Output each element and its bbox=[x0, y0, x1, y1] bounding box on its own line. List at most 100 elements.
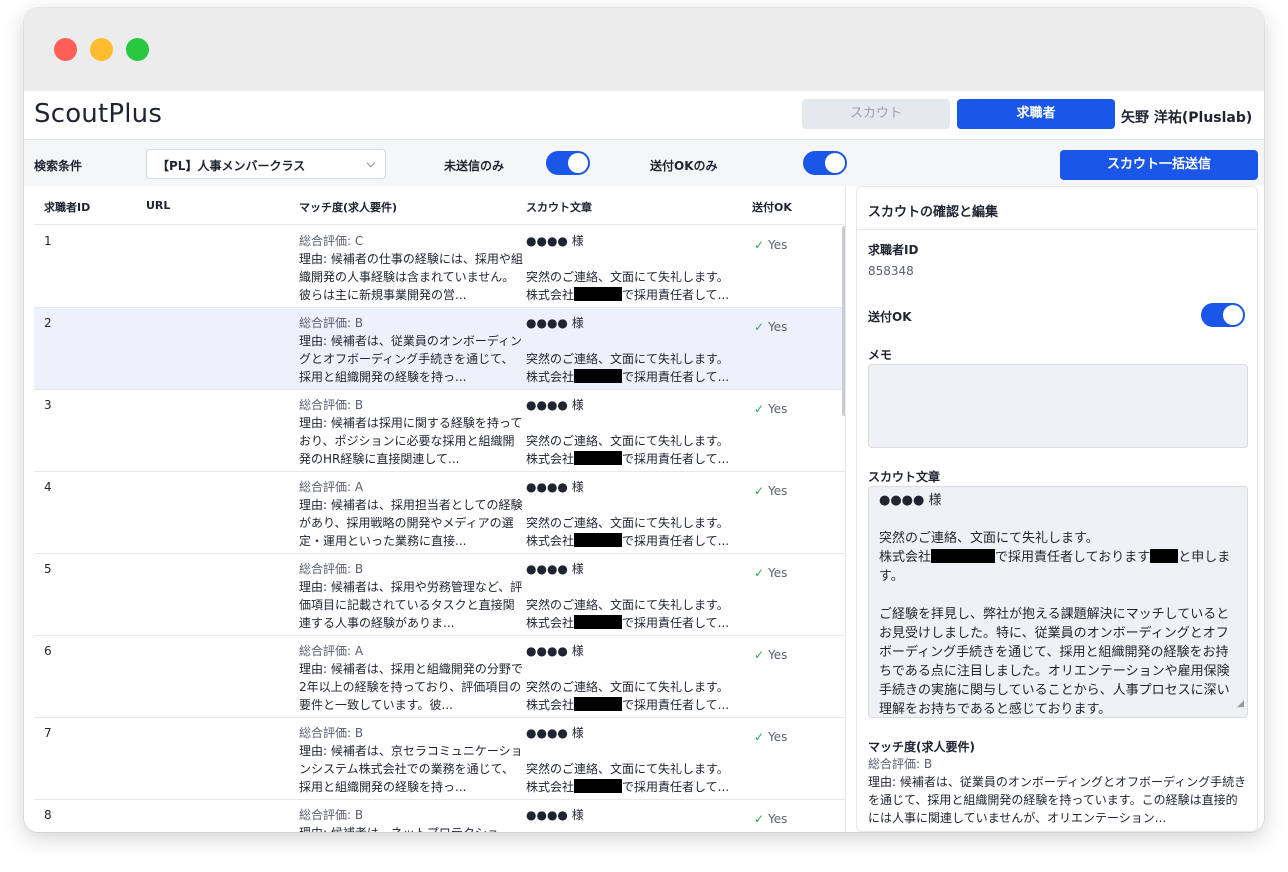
scout-line-3: 株式会社 で採用責任者して... bbox=[526, 614, 756, 632]
cell-seeker-id: 2 bbox=[44, 316, 52, 330]
scout-line-2: 突然のご連絡、文面にて失礼します。 bbox=[526, 598, 729, 612]
col-header-id[interactable]: 求職者ID bbox=[44, 199, 90, 215]
match-reason: 理由: 候補者は採用に関する経験を持っており、ポジションに必要な採用と組織開発の… bbox=[299, 416, 523, 466]
zoom-window-button[interactable] bbox=[126, 38, 149, 61]
scout-text-editor[interactable]: ●●●● 様 突然のご連絡、文面にて失礼します。 株式会社 で採用責任者しておりま… bbox=[868, 486, 1248, 718]
table-row[interactable]: 7 総合評価: B 理由: 候補者は、京セラコミュニケーションシステム株式会社での業… bbox=[34, 718, 845, 800]
check-icon: ✓ bbox=[754, 730, 765, 744]
table-row[interactable]: 4 総合評価: A 理由: 候補者は、採用担当者としての経験があり、採用戦略の開発や… bbox=[34, 472, 845, 554]
scout-greeting: ●●●● 様 bbox=[879, 493, 942, 508]
check-icon: ✓ bbox=[754, 812, 765, 826]
scout-greeting: ●●●● 様 bbox=[526, 808, 584, 822]
match-grade: 総合評価: B bbox=[299, 398, 364, 412]
scout-line-2: 突然のご連絡、文面にて失礼します。 bbox=[526, 352, 729, 366]
send-ok-value: Yes bbox=[768, 730, 788, 744]
check-icon: ✓ bbox=[754, 238, 765, 252]
col-header-match[interactable]: マッチ度(求人要件) bbox=[299, 199, 397, 215]
match-reason: 理由: 候補者は、採用担当者としての経験があり、採用戦略の開発やメディアの選定・… bbox=[299, 498, 523, 548]
match-reason: 理由: 候補者は、従業員のオンボーディングとオフボーディング手続きを通じて、採用… bbox=[299, 334, 523, 384]
seeker-id-label: 求職者ID bbox=[868, 243, 919, 257]
resize-handle-icon[interactable]: ◢ bbox=[1237, 695, 1244, 714]
table-row[interactable]: 3 総合評価: B 理由: 候補者は採用に関する経験を持っており、ポジションに必要な… bbox=[34, 390, 845, 472]
scout-greeting: ●●●● 様 bbox=[526, 398, 584, 412]
detail-title: スカウトの確認と編集 bbox=[857, 187, 1257, 230]
scout-company-prefix: 株式会社 bbox=[526, 698, 575, 712]
scout-company-prefix: 株式会社 bbox=[879, 550, 932, 565]
scout-company-prefix: 株式会社 bbox=[526, 534, 575, 548]
search-condition-select[interactable]: 【PL】人事メンバークラス ⌵ bbox=[146, 149, 386, 179]
search-condition-label: 検索条件 bbox=[34, 159, 83, 173]
cell-send-ok: ✓ Yes bbox=[754, 402, 787, 416]
ok-only-label: 送付OKのみ bbox=[650, 159, 718, 173]
scout-line-3-suffix: で採用責任者して... bbox=[622, 780, 730, 794]
bulk-send-button[interactable]: スカウト一括送信 bbox=[1060, 150, 1258, 180]
send-ok-value: Yes bbox=[768, 812, 788, 826]
tab-scout[interactable]: スカウト bbox=[802, 99, 950, 129]
scout-company-prefix: 株式会社 bbox=[526, 370, 575, 384]
scout-greeting: ●●●● 様 bbox=[526, 726, 584, 740]
toggle-knob bbox=[1223, 305, 1243, 325]
redacted-company bbox=[574, 697, 623, 711]
close-window-button[interactable] bbox=[54, 38, 77, 61]
cell-seeker-id: 5 bbox=[44, 562, 52, 576]
table-row[interactable]: 8 総合評価: B 理由: 候補者は、ネットプロテクショ●●●● 様突然のご連絡、文… bbox=[34, 800, 845, 832]
seeker-table: 求職者ID URL マッチ度(求人要件) スカウト文章 送付OK 1 総合評価: … bbox=[34, 186, 846, 832]
unsent-only-toggle[interactable] bbox=[546, 151, 590, 175]
cell-match: 総合評価: B 理由: 候補者は、従業員のオンボーディングとオフボーディング手続き… bbox=[299, 314, 524, 386]
scout-line-2: 突然のご連絡、文面にて失礼します。 bbox=[526, 270, 729, 284]
filter-bar: 検索条件 【PL】人事メンバークラス ⌵ 未送信のみ 送付OKのみ スカウト一括… bbox=[24, 140, 1264, 186]
table-scrollbar[interactable] bbox=[842, 226, 845, 416]
cell-scout-text: ●●●● 様突然のご連絡、文面にて失礼します。株式会社で採用責任者して... bbox=[526, 478, 756, 550]
app-logo: ScoutPlus bbox=[34, 99, 163, 129]
send-ok-value: Yes bbox=[768, 402, 788, 416]
memo-label: メモ bbox=[868, 348, 893, 362]
cell-scout-text: ●●●● 様突然のご連絡、文面にて失礼します。株式会社で採用責任者して... bbox=[526, 724, 756, 796]
table-row[interactable]: 1 総合評価: C 理由: 候補者の仕事の経験には、採用や組織開発の人事経験は含まれ… bbox=[34, 226, 845, 308]
search-condition-value: 【PL】人事メンバークラス bbox=[157, 159, 306, 173]
col-header-ok[interactable]: 送付OK bbox=[752, 199, 792, 215]
scout-paragraph-2-mid: で採用責任者しております bbox=[995, 550, 1151, 565]
cell-scout-text: ●●●● 様突然のご連絡、文面にて失礼します。株式会社で採用責任者して... bbox=[526, 560, 756, 632]
match-reason: 理由: 候補者の仕事の経験には、採用や組織開発の人事経験は含まれていません。彼ら… bbox=[299, 252, 523, 302]
cell-match: 総合評価: B 理由: 候補者は、ネットプロテクショ bbox=[299, 806, 524, 832]
cell-send-ok: ✓ Yes bbox=[754, 320, 787, 334]
table-row[interactable]: 6 総合評価: A 理由: 候補者は、採用と組織開発の分野で2年以上の経験を持ってお… bbox=[34, 636, 845, 718]
match-reason: 理由: 候補者は、ネットプロテクショ bbox=[299, 824, 524, 832]
scout-line-3: 株式会社 で採用責任者して... bbox=[526, 450, 756, 468]
user-name[interactable]: 矢野 洋祐(Pluslab) bbox=[1121, 107, 1252, 127]
memo-textarea[interactable] bbox=[868, 364, 1248, 448]
match-grade: 総合評価: B bbox=[868, 757, 933, 771]
cell-match: 総合評価: B 理由: 候補者は、採用や労務管理など、評価項目に記載されているタス… bbox=[299, 560, 524, 632]
match-reason: 理由: 候補者は、採用と組織開発の分野で2年以上の経験を持っており、評価項目の要… bbox=[299, 662, 523, 712]
cell-scout-text: ●●●● 様突然のご連絡、文面にて失礼します。株式会社で採用責任者して... bbox=[526, 396, 756, 468]
table-row[interactable]: 2 総合評価: B 理由: 候補者は、従業員のオンボーディングとオフボーディング手続… bbox=[34, 308, 845, 390]
scout-greeting: ●●●● 様 bbox=[526, 234, 584, 248]
chevron-down-icon: ⌵ bbox=[366, 157, 375, 170]
scout-line-2: 突然のご連絡、文面にて失礼します。 bbox=[526, 434, 729, 448]
ok-only-toggle[interactable] bbox=[803, 151, 847, 175]
send-ok-value: Yes bbox=[768, 648, 788, 662]
cell-scout-text: ●●●● 様突然のご連絡、文面にて失礼します。株式会社で採用責任者して... bbox=[526, 806, 756, 832]
scout-line-3: 株式会社 で採用責任者して... bbox=[526, 532, 756, 550]
scout-paragraph-3: ご経験を拝見し、弊社が抱える課題解決にマッチしているとお見受けしました。特に、従… bbox=[879, 607, 1230, 717]
match-grade: 総合評価: C bbox=[299, 234, 364, 248]
col-header-url[interactable]: URL bbox=[146, 199, 170, 212]
cell-seeker-id: 8 bbox=[44, 808, 52, 822]
minimize-window-button[interactable] bbox=[90, 38, 113, 61]
scout-greeting: ●●●● 様 bbox=[526, 316, 584, 330]
col-header-scout[interactable]: スカウト文章 bbox=[526, 199, 592, 215]
redacted-company bbox=[574, 287, 623, 301]
match-grade: 総合評価: B bbox=[299, 562, 364, 576]
cell-seeker-id: 1 bbox=[44, 234, 52, 248]
send-ok-toggle[interactable] bbox=[1201, 303, 1245, 327]
scout-greeting: ●●●● 様 bbox=[526, 644, 584, 658]
redacted-company bbox=[931, 549, 996, 563]
scout-line-3-suffix: で採用責任者して... bbox=[622, 534, 730, 548]
tab-seeker[interactable]: 求職者 bbox=[957, 99, 1115, 129]
unsent-only-label: 未送信のみ bbox=[444, 159, 505, 173]
scout-line-3-suffix: で採用責任者して... bbox=[622, 616, 730, 630]
table-row[interactable]: 5 総合評価: B 理由: 候補者は、採用や労務管理など、評価項目に記載されているタ… bbox=[34, 554, 845, 636]
scout-line-3: 株式会社 で採用責任者して... bbox=[526, 696, 756, 714]
cell-scout-text: ●●●● 様突然のご連絡、文面にて失礼します。株式会社で採用責任者して... bbox=[526, 642, 756, 714]
send-ok-value: Yes bbox=[768, 238, 788, 252]
